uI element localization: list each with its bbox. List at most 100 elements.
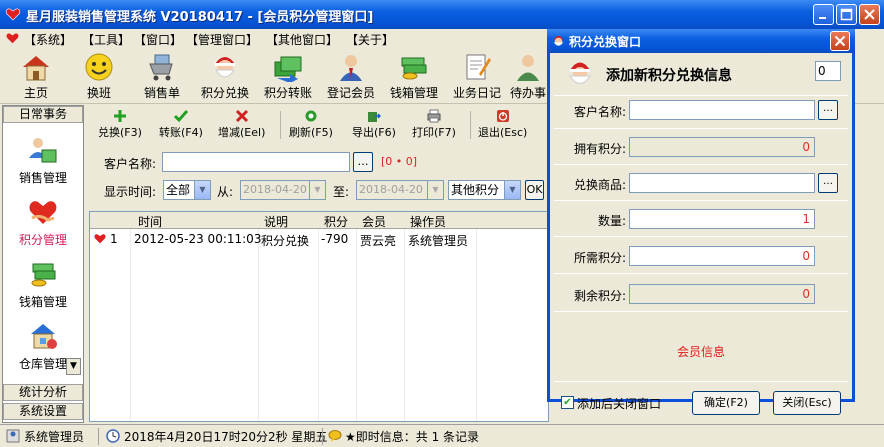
toolbar-business-diary-button[interactable]: 业务日记 <box>445 52 509 101</box>
status-user: 系统管理员 <box>24 430 85 444</box>
santa-icon <box>215 57 235 78</box>
owned-points-row: 拥有积分: 0 <box>550 137 852 159</box>
menu-about[interactable]: 【关于】 <box>346 31 394 48</box>
menu-tools[interactable]: 【工具】 <box>82 31 130 48</box>
confirm-button[interactable]: 确定(F2) <box>692 391 760 415</box>
maximize-button[interactable] <box>836 4 857 25</box>
close-icon <box>834 35 846 47</box>
customer-row: 客户名称: … <box>550 100 852 122</box>
money-transfer-icon <box>274 56 302 82</box>
toolbar-separator <box>280 111 281 139</box>
app-heart-icon <box>5 8 21 21</box>
col-operator[interactable]: 操作员 <box>410 213 446 230</box>
export-button[interactable]: 导出(F6) <box>352 109 396 140</box>
nav-item-points[interactable]: 积分管理 <box>3 196 83 248</box>
toolbar-points-exchange-button[interactable]: 积分兑换 <box>193 52 257 101</box>
close-button[interactable] <box>859 4 880 25</box>
product-input[interactable] <box>629 173 815 193</box>
close-after-add-label: 添加后关闭窗口 <box>577 397 662 411</box>
nav-group-settings[interactable]: 系统设置 <box>3 403 83 420</box>
sales-people-icon <box>29 138 57 163</box>
dialog-close-action-button[interactable]: 关闭(Esc) <box>773 391 841 415</box>
toolbar-register-member-button[interactable]: 登记会员 <box>319 52 383 101</box>
minimize-icon <box>819 17 826 19</box>
close-after-add-checkbox[interactable]: ✔ <box>561 396 574 409</box>
close-icon <box>864 9 875 20</box>
nav-group-statistics[interactable]: 统计分析 <box>3 384 83 401</box>
toolbar-todo-button[interactable]: 待办事 <box>508 52 548 101</box>
status-info: ★即时信息：共 1 条记录 <box>345 430 480 444</box>
cart-icon <box>149 54 173 81</box>
quantity-input[interactable]: 1 <box>629 209 815 229</box>
check-icon <box>173 110 188 123</box>
points-range-display: [0 • 0] <box>381 155 418 168</box>
member-info-link[interactable]: 会员信息 <box>550 343 852 360</box>
toolbar-points-transfer-button[interactable]: 积分转账 <box>256 52 320 101</box>
to-date-picker[interactable]: 2018-04-20 ▼ <box>356 180 444 200</box>
toolbar-cashbox-button[interactable]: 钱箱管理 <box>382 52 446 101</box>
dialog-header: 添加新积分兑换信息 0 <box>550 53 852 93</box>
heart-hand-icon <box>29 201 57 224</box>
minimize-button[interactable] <box>813 4 834 25</box>
points-type-select[interactable]: 其他积分 ▼ <box>448 180 521 200</box>
chevron-down-icon: ▼ <box>504 181 520 199</box>
ok-button[interactable]: OK <box>525 180 544 200</box>
santa-icon <box>553 35 564 46</box>
dialog-heading: 添加新积分兑换信息 <box>606 68 732 84</box>
app-heart-icon <box>6 33 19 44</box>
from-label: 从: <box>217 185 234 199</box>
toolbar-home-button[interactable]: 主页 <box>4 52 68 101</box>
dialog-close-button[interactable] <box>830 31 850 51</box>
santa-icon <box>569 62 591 84</box>
member-icon <box>340 55 362 81</box>
nav-group-daily[interactable]: 日常事务 <box>3 106 83 123</box>
exchange-button[interactable]: 兑换(F3) <box>98 109 142 140</box>
product-lookup-button[interactable]: … <box>818 173 838 193</box>
customer-pick-button[interactable]: … <box>353 152 373 172</box>
points-exchange-dialog: 积分兑换窗口 添加新积分兑换信息 0 客户名称: … 拥有积分: 0 兑换商品:… <box>547 29 855 415</box>
toolbar-shift-button[interactable]: 换班 <box>67 52 131 101</box>
required-points-label: 所需积分: <box>573 251 626 265</box>
remaining-points-label: 剩余积分: <box>573 289 626 303</box>
menu-system[interactable]: 【系统】 <box>24 31 72 48</box>
refresh-icon <box>305 110 317 122</box>
exit-button[interactable]: 退出(Esc) <box>478 109 527 140</box>
required-points-field[interactable]: 0 <box>629 246 815 266</box>
adjust-button[interactable]: 增减(Eel) <box>218 109 265 140</box>
nav-item-cashbox[interactable]: 钱箱管理 <box>3 258 83 310</box>
customer-label: 客户名称: <box>573 105 626 119</box>
dialog-titlebar: 积分兑换窗口 <box>547 29 855 53</box>
print-button[interactable]: 打印(F7) <box>412 109 456 140</box>
col-points[interactable]: 积分 <box>324 213 348 230</box>
owned-points-field: 0 <box>629 137 815 157</box>
x-icon <box>235 109 248 123</box>
from-date-picker[interactable]: 2018-04-20 ▼ <box>240 180 326 200</box>
chevron-down-icon: ▼ <box>427 181 443 199</box>
chevron-down-icon: ▼ <box>309 181 325 199</box>
status-bar: 系统管理员 2018年4月20日17时20分2秒 星期五 ★即时信息：共 1 条… <box>0 424 884 447</box>
plus-icon <box>113 110 126 122</box>
col-desc[interactable]: 说明 <box>264 213 288 230</box>
menu-other-window[interactable]: 【其他窗口】 <box>266 31 338 48</box>
customer-name-input[interactable] <box>162 152 350 172</box>
window-title: 星月服装销售管理系统 V20180417 - [会员积分管理窗口] <box>26 10 374 25</box>
menu-manage-window[interactable]: 【管理窗口】 <box>186 31 258 48</box>
refresh-button[interactable]: 刷新(F5) <box>289 109 333 140</box>
col-time[interactable]: 时间 <box>138 213 162 230</box>
dialog-id-input[interactable]: 0 <box>815 61 841 81</box>
menu-window[interactable]: 【窗口】 <box>134 31 182 48</box>
time-range-select[interactable]: 全部 ▼ <box>163 180 211 200</box>
table-row[interactable]: 1 2012-05-23 00:11:03 积分兑换 -790 贾云亮 系统管理… <box>90 231 548 248</box>
points-toolbar: 兑换(F3) 转账(F4) 增减(Eel) 刷新(F5) 导出(F6) 打印(F… <box>88 107 548 143</box>
clock-icon <box>106 429 120 443</box>
col-member[interactable]: 会员 <box>362 213 386 230</box>
nav-item-sales[interactable]: 销售管理 <box>3 134 83 186</box>
customer-name-label: 客户名称: <box>104 157 157 171</box>
customer-lookup-button[interactable]: … <box>818 100 838 120</box>
dialog-footer: ✔ 添加后关闭窗口 确定(F2) 关闭(Esc) <box>550 389 852 419</box>
cash-stack-icon <box>401 57 427 80</box>
transfer-button[interactable]: 转账(F4) <box>159 109 203 140</box>
toolbar-sales-order-button[interactable]: 销售单 <box>130 52 194 101</box>
dialog-customer-input[interactable] <box>629 100 815 120</box>
nav-scroll-down-button[interactable]: ▼ <box>66 358 81 375</box>
